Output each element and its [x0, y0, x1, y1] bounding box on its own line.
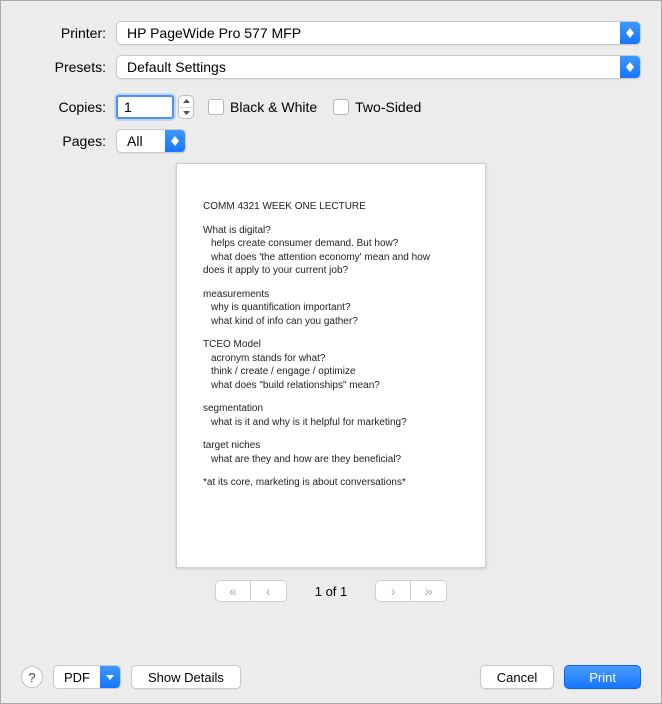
- last-page-button[interactable]: »: [411, 580, 447, 602]
- checkbox-box-icon: [208, 99, 224, 115]
- doc-line: what does 'the attention economy' mean a…: [203, 251, 459, 265]
- doc-line: helps create consumer demand. But how?: [203, 237, 459, 251]
- pdf-label: PDF: [54, 670, 100, 685]
- pages-selected: All: [127, 133, 143, 149]
- printer-selected: HP PageWide Pro 577 MFP: [127, 25, 301, 41]
- section-heading: TCEO Model: [203, 338, 459, 352]
- doc-line: what are they and how are they beneficia…: [203, 453, 459, 467]
- chevron-right-icon: ›: [391, 583, 396, 599]
- question-icon: ?: [28, 670, 35, 685]
- footer: ? PDF Show Details Cancel Print: [21, 665, 641, 689]
- pdf-popup-button[interactable]: PDF: [53, 665, 121, 689]
- show-details-button[interactable]: Show Details: [131, 665, 241, 689]
- cancel-button[interactable]: Cancel: [480, 665, 554, 689]
- print-button[interactable]: Print: [564, 665, 641, 689]
- prev-page-button[interactable]: ‹: [251, 580, 287, 602]
- show-details-label: Show Details: [148, 670, 224, 685]
- pages-label: Pages:: [21, 133, 116, 149]
- double-chevron-right-icon: »: [425, 583, 433, 599]
- print-dialog: Printer: HP PageWide Pro 577 MFP Presets…: [0, 0, 662, 704]
- stepper-down-icon[interactable]: [179, 108, 193, 119]
- doc-line: what is it and why is it helpful for mar…: [203, 416, 459, 430]
- black-white-checkbox[interactable]: Black & White: [208, 99, 317, 115]
- section-heading: segmentation: [203, 402, 459, 416]
- two-sided-checkbox[interactable]: Two-Sided: [333, 99, 421, 115]
- cancel-label: Cancel: [497, 670, 537, 685]
- chevron-left-icon: ‹: [266, 583, 271, 599]
- presets-selected: Default Settings: [127, 59, 226, 75]
- printer-select[interactable]: HP PageWide Pro 577 MFP: [116, 21, 641, 45]
- first-page-button[interactable]: «: [215, 580, 251, 602]
- doc-line: does it apply to your current job?: [203, 264, 459, 278]
- doc-line: what does "build relationships" mean?: [203, 379, 459, 393]
- black-white-label: Black & White: [230, 99, 317, 115]
- printer-label: Printer:: [21, 25, 116, 41]
- checkbox-box-icon: [333, 99, 349, 115]
- print-label: Print: [589, 670, 616, 685]
- page-count: 1 of 1: [315, 584, 348, 599]
- chevron-down-icon: [100, 666, 120, 688]
- stepper-up-icon[interactable]: [179, 96, 193, 108]
- doc-line: acronym stands for what?: [203, 352, 459, 366]
- preview-area: COMM 4321 WEEK ONE LECTURE What is digit…: [21, 163, 641, 655]
- copies-input[interactable]: [116, 95, 174, 119]
- section-heading: target niches: [203, 439, 459, 453]
- presets-label: Presets:: [21, 59, 116, 75]
- doc-line: what kind of info can you gather?: [203, 315, 459, 329]
- doc-title: COMM 4321 WEEK ONE LECTURE: [203, 200, 459, 214]
- doc-line: *at its core, marketing is about convers…: [203, 476, 459, 490]
- presets-select[interactable]: Default Settings: [116, 55, 641, 79]
- doc-line: think / create / engage / optimize: [203, 365, 459, 379]
- double-chevron-left-icon: «: [229, 583, 237, 599]
- preview-page: COMM 4321 WEEK ONE LECTURE What is digit…: [176, 163, 486, 568]
- pages-select[interactable]: All: [116, 129, 186, 153]
- next-page-button[interactable]: ›: [375, 580, 411, 602]
- help-button[interactable]: ?: [21, 666, 43, 688]
- section-heading: measurements: [203, 288, 459, 302]
- pager: « ‹ 1 of 1 › »: [215, 580, 448, 602]
- updown-icon: [620, 22, 640, 44]
- copies-stepper[interactable]: [178, 95, 194, 119]
- updown-icon: [165, 130, 185, 152]
- two-sided-label: Two-Sided: [355, 99, 421, 115]
- section-heading: What is digital?: [203, 224, 459, 238]
- copies-label: Copies:: [21, 99, 116, 115]
- updown-icon: [620, 56, 640, 78]
- doc-line: why is quantification important?: [203, 301, 459, 315]
